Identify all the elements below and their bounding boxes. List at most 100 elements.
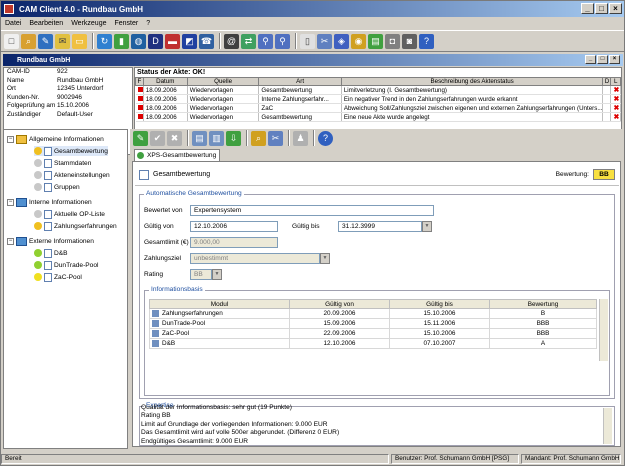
col-header[interactable]: Beschreibung des Aktenstatus [340, 77, 604, 86]
col-header[interactable]: F [135, 77, 144, 86]
dnb-icon[interactable]: D [148, 33, 163, 49]
status-row[interactable]: 18.09.2006 Wiedervorlagen ZaC Abweichung So… [135, 103, 621, 113]
description-cell: Abweichung Soll/Zahlungsziel zwischen ei… [341, 103, 604, 113]
camera-icon[interactable]: ◙ [402, 33, 417, 49]
doc-close-button[interactable]: × [609, 55, 620, 64]
delete-icon[interactable]: ✖ [613, 96, 619, 103]
export-icon[interactable]: ⇩ [226, 130, 241, 146]
help-icon[interactable]: ? [318, 130, 333, 146]
tree-item-gesamtbewertung[interactable]: Gesamtbewertung [34, 146, 108, 156]
cancel-icon[interactable]: ✖ [167, 130, 182, 146]
filter2-icon[interactable]: ⚲ [275, 33, 290, 49]
filter-icon[interactable]: ⚲ [258, 33, 273, 49]
tree-group-internal[interactable]: − Interne Informationen [7, 197, 92, 207]
col-header[interactable]: Gültig von [289, 299, 390, 309]
menu-werkzeuge[interactable]: Werkzeuge [71, 20, 106, 27]
information-basis-row[interactable]: D&B 12.10.2006 07.10.2007 A [149, 338, 597, 349]
col-header[interactable]: L [610, 77, 621, 86]
col-header[interactable]: Art [258, 77, 342, 86]
print-preview-icon[interactable]: ▥ [209, 130, 224, 146]
search-icon[interactable]: ⌕ [251, 130, 266, 146]
save-icon[interactable]: ✔ [150, 130, 165, 146]
tree-item-duntrade-pool[interactable]: DunTrade-Pool [34, 260, 98, 270]
print-icon[interactable]: ▤ [192, 130, 207, 146]
scrollbar[interactable] [599, 299, 608, 361]
doc-minimize-button[interactable]: _ [585, 55, 596, 64]
delete-cell[interactable]: ✖ [610, 112, 621, 122]
delete-cell[interactable]: ✖ [610, 94, 621, 104]
delete-icon[interactable]: ✖ [613, 114, 619, 121]
minimize-button[interactable]: _ [581, 3, 594, 14]
tab-xps-gesamtbewertung[interactable]: XPS-Gesamtbewertung [134, 149, 220, 161]
close-button[interactable]: × [609, 3, 622, 14]
status-row[interactable]: 18.09.2006 Wiedervorlagen Interne Zahlungs… [135, 94, 621, 104]
card-icon[interactable]: ▬ [165, 33, 180, 49]
tree-item-zahlungserfahrungen[interactable]: Zahlungserfahrungen [34, 221, 117, 231]
date-dropdown-icon[interactable]: ▼ [422, 221, 432, 232]
gueltig-bis-field[interactable]: 31.12.3999 [338, 221, 422, 232]
money-icon[interactable]: ◉ [351, 33, 366, 49]
bewertet-von-field[interactable]: Expertensystem [190, 205, 434, 216]
delete-icon[interactable]: ✖ [613, 87, 619, 94]
maximize-button[interactable]: □ [595, 3, 608, 14]
tree-item-zac-pool[interactable]: ZaC-Pool [34, 272, 82, 282]
menu-help[interactable]: ? [146, 20, 150, 27]
tree-item-gruppen[interactable]: Gruppen [34, 182, 80, 192]
stamp-icon[interactable]: ◘ [385, 33, 400, 49]
mail-icon[interactable]: ✉ [55, 33, 70, 49]
pen-icon[interactable]: ✎ [38, 33, 53, 49]
status-row[interactable]: 18.09.2006 Wiedervorlagen Gesamtbewertung L… [135, 85, 621, 95]
sync-icon[interactable]: ⇄ [241, 33, 256, 49]
collapse-icon[interactable]: − [7, 135, 14, 143]
information-basis-row[interactable]: DunTrade-Pool 15.09.2006 15.11.2006 BBB [149, 318, 597, 329]
information-basis-row[interactable]: ZaC-Pool 22.09.2006 15.10.2006 BBB [149, 328, 597, 339]
col-header[interactable]: Gültig bis [389, 299, 490, 309]
books-icon[interactable]: ▤ [368, 33, 383, 49]
chart-icon[interactable]: ▮ [114, 33, 129, 49]
menu-fenster[interactable]: Fenster [114, 20, 138, 27]
tools-icon[interactable]: ✂ [268, 130, 283, 146]
tree-item-dnb[interactable]: D&B [34, 248, 68, 258]
date-cell: 18.09.2006 [143, 112, 188, 122]
search-icon[interactable]: ⌕ [21, 33, 36, 49]
col-header[interactable]: Bewertung [489, 299, 597, 309]
globe-icon[interactable]: ◍ [131, 33, 146, 49]
expertise-line: Endgültiges Gesamtlimit: 9.000 EUR [141, 437, 249, 445]
bank-icon[interactable]: ◩ [182, 33, 197, 49]
delete-cell[interactable]: ✖ [610, 85, 621, 95]
col-header[interactable]: Modul [149, 299, 290, 309]
col-header[interactable]: Datum [142, 77, 188, 86]
collapse-icon[interactable]: − [7, 198, 14, 206]
tree-group-general[interactable]: − Allgemeine Informationen [7, 134, 104, 144]
col-header[interactable]: Quelle [186, 77, 260, 86]
user-icon[interactable]: ♟ [293, 130, 308, 146]
gueltig-von-field[interactable]: 12.10.2006 [190, 221, 278, 232]
menu-datei[interactable]: Datei [5, 20, 21, 27]
tree-group-external[interactable]: − Externe Informationen [7, 236, 94, 246]
document-icon[interactable]: ▯ [300, 33, 315, 49]
tag-icon[interactable]: ◈ [334, 33, 349, 49]
help-icon[interactable]: ? [419, 33, 434, 49]
phone-icon[interactable]: ☎ [199, 33, 214, 49]
tree-item-akteneinstellungen[interactable]: Akteneinstellungen [34, 170, 110, 180]
status-row[interactable]: 18.09.2006 Wiedervorlagen Gesamtbewertung E… [135, 112, 621, 122]
col-header[interactable]: D [602, 77, 612, 86]
edit-icon[interactable]: ✎ [133, 130, 148, 146]
tree-item-op-liste[interactable]: Aktuelle OP-Liste [34, 209, 105, 219]
menu-bearbeiten[interactable]: Bearbeiten [29, 20, 63, 27]
tree-item-stammdaten[interactable]: Stammdaten [34, 158, 91, 168]
collapse-icon[interactable]: − [7, 237, 14, 245]
new-icon[interactable]: □ [4, 33, 19, 49]
doc-maximize-button[interactable]: □ [597, 55, 608, 64]
delete-cell[interactable]: ✖ [610, 103, 621, 113]
bewertet-von-row: Bewertet von Expertensystem [144, 205, 434, 216]
scrollbar[interactable] [603, 408, 612, 444]
information-basis-row[interactable]: Zahlungserfahrungen 20.09.2006 15.10.2006 B [149, 308, 597, 319]
refresh-icon[interactable]: ↻ [97, 33, 112, 49]
info-value: Default-User [57, 110, 93, 118]
tools-icon[interactable]: ✂ [317, 33, 332, 49]
expertise-line: Das Gesamtlimit wird auf volle 500er abg… [141, 429, 340, 437]
delete-icon[interactable]: ✖ [613, 105, 619, 112]
folder-icon[interactable]: ▭ [72, 33, 87, 49]
at-icon[interactable]: @ [224, 33, 239, 49]
